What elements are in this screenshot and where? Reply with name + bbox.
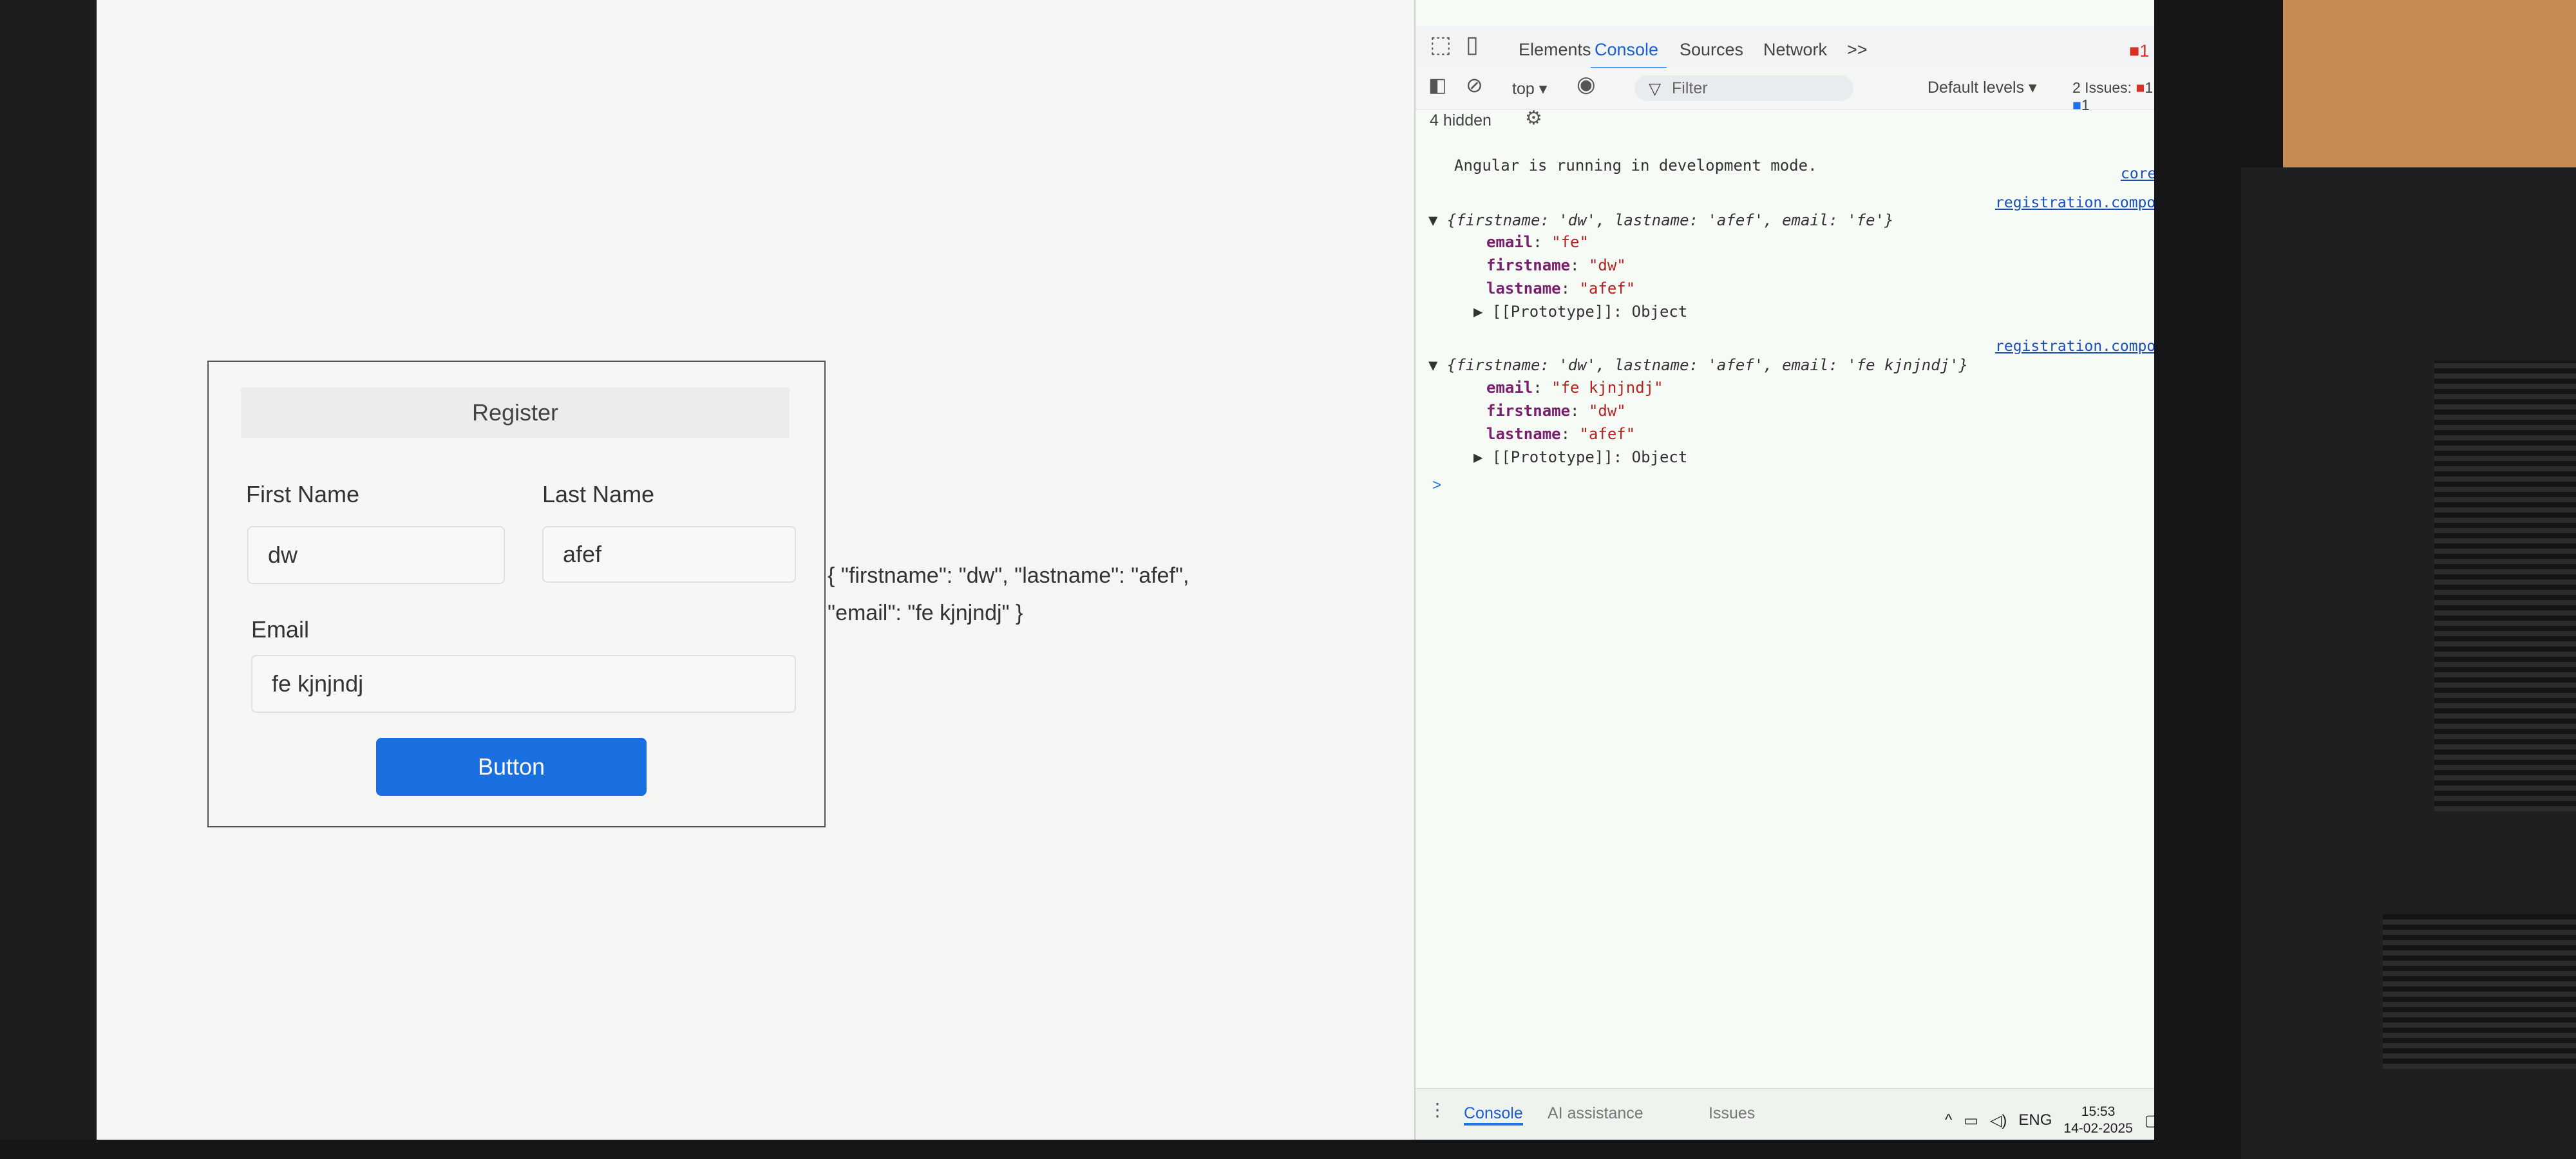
network-icon[interactable]: ▭: [1964, 1111, 1978, 1130]
first-name-input[interactable]: [247, 526, 505, 584]
email-label: Email: [251, 616, 310, 643]
tab-sources[interactable]: Sources: [1680, 40, 1743, 60]
tab-network[interactable]: Network: [1763, 40, 1827, 60]
console-object-prototype[interactable]: ▶ [[Prototype]]: Object: [1473, 448, 1687, 466]
console-object-property: lastname: "afef": [1486, 425, 1636, 443]
drawer-tab-ai-assistance[interactable]: AI assistance: [1548, 1104, 1643, 1123]
json-output-line: { "firstname": "dw", "lastname": "afef",: [828, 563, 1189, 588]
console-filter-input[interactable]: ▽ Filter: [1634, 75, 1853, 101]
clock-date: 14-02-2025: [2063, 1121, 2133, 1136]
issues-error-icon: ■: [2136, 79, 2145, 96]
submit-button[interactable]: Button: [376, 738, 647, 796]
inspect-element-icon[interactable]: ⬚: [1430, 31, 1452, 58]
chevron-up-icon[interactable]: ^: [1945, 1111, 1952, 1129]
console-log-source[interactable]: registration.component.ts:24: [1995, 194, 2154, 211]
console-prompt[interactable]: >: [1432, 476, 1441, 495]
console-object-property: firstname: "dw": [1486, 402, 1626, 420]
console-settings-gear-icon[interactable]: ⚙: [1525, 107, 1542, 129]
json-output: { "firstname": "dw", "lastname": "afef",…: [828, 557, 1368, 632]
clock-time: 15:53: [2081, 1104, 2116, 1119]
tab-console[interactable]: Console: [1595, 40, 1658, 60]
drawer-tab-issues[interactable]: Issues: [1709, 1104, 1755, 1123]
drawer-tab-console[interactable]: Console: [1464, 1104, 1523, 1126]
console-log-source[interactable]: core.mjs:20767: [2121, 165, 2154, 182]
more-tabs-icon[interactable]: >>: [1847, 40, 1868, 60]
hidden-messages-count[interactable]: 4 hidden: [1430, 111, 1492, 130]
filter-placeholder: Filter: [1672, 79, 1708, 97]
issues-info-icon: ■: [2072, 97, 2081, 113]
pc-tower-grill: [2434, 361, 2576, 811]
error-count-badge[interactable]: ■1: [2129, 41, 2149, 61]
device-toolbar-icon[interactable]: ▯: [1466, 31, 1479, 58]
monitor-bezel-left: [0, 0, 97, 1159]
console-object-prototype[interactable]: ▶ [[Prototype]]: Object: [1473, 303, 1687, 321]
console-object-summary[interactable]: ▼ {firstname: 'dw', lastname: 'afef', em…: [1428, 356, 1968, 374]
eye-icon[interactable]: ◉: [1577, 71, 1596, 97]
console-object-property: lastname: "afef": [1486, 279, 1636, 297]
monitor-bezel-bottom: [0, 1140, 2283, 1159]
filter-icon: ▽: [1649, 80, 1662, 98]
registration-form: Register First Name Last Name Email Butt…: [207, 361, 826, 827]
console-log-source[interactable]: registration.component.ts:24: [1995, 338, 2154, 355]
pc-tower-grill-lower: [2383, 914, 2576, 1069]
last-name-label: Last Name: [542, 481, 655, 507]
first-name-label: First Name: [246, 481, 360, 507]
devtools-panel: ⬚ ▯ Elements Console Sources Network >> …: [1414, 0, 2154, 1140]
issues-error-count: 1: [2145, 79, 2154, 96]
taskbar-tray: ^ ▭ ◁) ENG 15:53 14-02-2025 ▢: [1945, 1101, 2154, 1140]
language-indicator[interactable]: ENG: [2018, 1111, 2052, 1129]
issues-label: 2 Issues:: [2072, 79, 2132, 96]
console-object-property: firstname: "dw": [1486, 256, 1626, 274]
devtools-tabbar: ⬚ ▯ Elements Console Sources Network >> …: [1416, 26, 2154, 71]
context-selector[interactable]: top ▾: [1512, 79, 1547, 99]
background-wall: [2283, 0, 2576, 167]
last-name-input[interactable]: [542, 526, 796, 583]
web-page: Register First Name Last Name Email Butt…: [97, 0, 1414, 1140]
tab-elements[interactable]: Elements: [1519, 40, 1591, 60]
notification-icon[interactable]: ▢: [2145, 1111, 2154, 1130]
issues-info-count: 1: [2081, 97, 2090, 113]
issues-summary[interactable]: 2 Issues: ■1 ■1: [2072, 79, 2154, 114]
drawer-menu-icon[interactable]: ⋮: [1428, 1099, 1446, 1120]
log-levels-dropdown[interactable]: Default levels ▾: [1927, 78, 2037, 97]
console-toolbar: ◧ ⊘ top ▾ ◉ ▽ Filter Default levels ▾ 2 …: [1416, 68, 2154, 113]
monitor-screen: Register First Name Last Name Email Butt…: [97, 0, 2154, 1140]
form-title: Register: [241, 388, 790, 438]
error-count: 1: [2139, 41, 2150, 61]
sidebar-toggle-icon[interactable]: ◧: [1428, 74, 1446, 97]
console-log-message: Angular is running in development mode.: [1454, 156, 1817, 174]
clear-console-icon[interactable]: ⊘: [1466, 73, 1483, 97]
console-object-summary[interactable]: ▼ {firstname: 'dw', lastname: 'afef', em…: [1428, 211, 1893, 229]
email-input[interactable]: [251, 655, 796, 713]
clock[interactable]: 15:53 14-02-2025: [2063, 1104, 2132, 1137]
json-output-line: "email": "fe kjnjndj" }: [828, 601, 1023, 625]
console-object-property: email: "fe kjnjndj": [1486, 379, 1663, 397]
volume-icon[interactable]: ◁): [1990, 1111, 2007, 1130]
console-object-property: email: "fe": [1486, 233, 1589, 251]
